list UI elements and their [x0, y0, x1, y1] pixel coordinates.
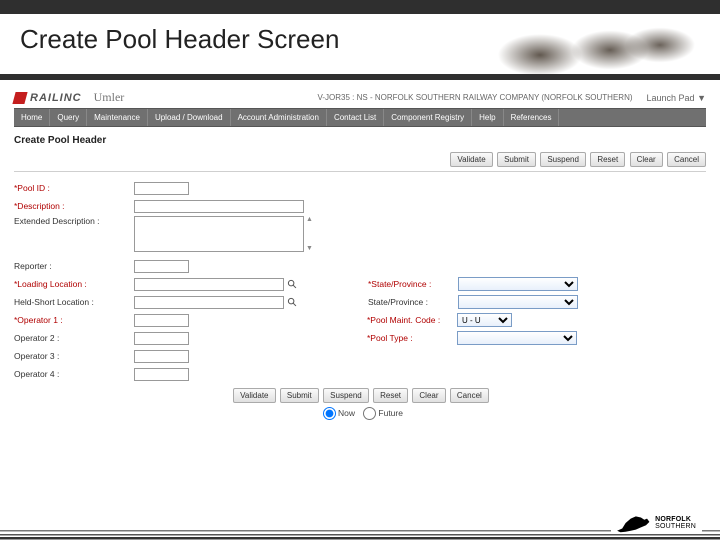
- clear-button[interactable]: Clear: [412, 388, 445, 403]
- scroll-down-icon[interactable]: ▼: [306, 245, 313, 252]
- validate-button[interactable]: Validate: [233, 388, 275, 403]
- loading-loc-input[interactable]: [134, 278, 284, 291]
- pool-id-input[interactable]: [134, 182, 189, 195]
- held-short-label: Held-Short Location :: [14, 297, 134, 307]
- page-title: Create Pool Header: [14, 135, 706, 146]
- scroll-up-icon[interactable]: ▲: [306, 216, 313, 223]
- nav-account-admin[interactable]: Account Administration: [231, 109, 327, 126]
- railinc-wordmark: RAILINC: [30, 92, 82, 104]
- future-radio[interactable]: [363, 407, 376, 420]
- nav-contact-list[interactable]: Contact List: [327, 109, 384, 126]
- submit-button[interactable]: Submit: [280, 388, 319, 403]
- ns-logo: NORFOLK SOUTHERN: [611, 512, 702, 534]
- chevron-down-icon: ▼: [697, 93, 706, 103]
- slide-title-bar: Create Pool Header Screen: [0, 14, 720, 74]
- now-radio[interactable]: [323, 407, 336, 420]
- pool-header-form: *Pool ID : *Description : Extended Descr…: [14, 180, 706, 420]
- operator3-input[interactable]: [134, 350, 189, 363]
- slide-footer: NORFOLK SOUTHERN: [0, 528, 720, 540]
- effective-date-radio: Now Future: [14, 407, 706, 420]
- app-screenshot: RAILINC Umler V-JOR35 : NS - NORFOLK SOU…: [0, 80, 720, 420]
- operator2-input[interactable]: [134, 332, 189, 345]
- operator3-label: Operator 3 :: [14, 351, 134, 361]
- description-label: *Description :: [14, 201, 134, 211]
- suspend-button[interactable]: Suspend: [323, 388, 369, 403]
- pool-maint-select[interactable]: U - U: [457, 313, 512, 327]
- slide-title: Create Pool Header Screen: [20, 24, 700, 55]
- product-name: Umler: [94, 90, 125, 105]
- horse-icon: [617, 512, 651, 534]
- action-bar-bottom: Validate Submit Suspend Reset Clear Canc…: [14, 388, 706, 403]
- held-short-input[interactable]: [134, 296, 284, 309]
- search-icon[interactable]: [287, 279, 298, 290]
- operator4-input[interactable]: [134, 368, 189, 381]
- ns-name-bottom: SOUTHERN: [655, 523, 696, 530]
- loading-loc-label: *Loading Location :: [14, 279, 134, 289]
- pool-type-label: *Pool Type :: [367, 333, 457, 343]
- slide-banner: Create Pool Header Screen: [0, 0, 720, 78]
- state-req-label: *State/Province :: [368, 279, 458, 289]
- user-context: V-JOR35 : NS - NORFOLK SOUTHERN RAILWAY …: [318, 93, 633, 102]
- reporter-label: Reporter :: [14, 261, 134, 271]
- action-bar-top: Validate Submit Suspend Reset Clear Canc…: [14, 152, 706, 172]
- pool-maint-label: *Pool Maint. Code :: [367, 315, 457, 325]
- ext-desc-input[interactable]: [134, 216, 304, 252]
- railinc-logo-icon: [12, 92, 27, 104]
- validate-button[interactable]: Validate: [450, 152, 492, 167]
- future-label: Future: [378, 408, 403, 418]
- cancel-button[interactable]: Cancel: [450, 388, 489, 403]
- state-select[interactable]: [458, 295, 578, 309]
- cancel-button[interactable]: Cancel: [667, 152, 706, 167]
- state-req-select[interactable]: [458, 277, 578, 291]
- operator1-input[interactable]: [134, 314, 189, 327]
- brand: RAILINC Umler: [14, 90, 124, 105]
- launch-pad-link[interactable]: Launch Pad ▼: [647, 93, 706, 103]
- reporter-input[interactable]: [134, 260, 189, 273]
- pool-id-label: *Pool ID :: [14, 183, 134, 193]
- launch-pad-label: Launch Pad: [647, 93, 695, 103]
- nav-maintenance[interactable]: Maintenance: [87, 109, 148, 126]
- nav-help[interactable]: Help: [472, 109, 503, 126]
- suspend-button[interactable]: Suspend: [540, 152, 586, 167]
- search-icon[interactable]: [287, 297, 298, 308]
- nav-component-registry[interactable]: Component Registry: [384, 109, 472, 126]
- operator4-label: Operator 4 :: [14, 369, 134, 379]
- pool-type-select[interactable]: [457, 331, 577, 345]
- nav-references[interactable]: References: [504, 109, 560, 126]
- clear-button[interactable]: Clear: [630, 152, 663, 167]
- submit-button[interactable]: Submit: [497, 152, 536, 167]
- main-nav: Home Query Maintenance Upload / Download…: [14, 108, 706, 127]
- operator2-label: Operator 2 :: [14, 333, 134, 343]
- reset-button[interactable]: Reset: [590, 152, 625, 167]
- nav-home[interactable]: Home: [14, 109, 50, 126]
- ns-name-top: NORFOLK: [655, 516, 691, 523]
- nav-query[interactable]: Query: [50, 109, 87, 126]
- reset-button[interactable]: Reset: [373, 388, 408, 403]
- state-label: State/Province :: [368, 297, 458, 307]
- description-input[interactable]: [134, 200, 304, 213]
- operator1-label: *Operator 1 :: [14, 315, 134, 325]
- nav-upload-download[interactable]: Upload / Download: [148, 109, 231, 126]
- now-label: Now: [338, 408, 355, 418]
- ext-desc-label: Extended Description :: [14, 216, 134, 226]
